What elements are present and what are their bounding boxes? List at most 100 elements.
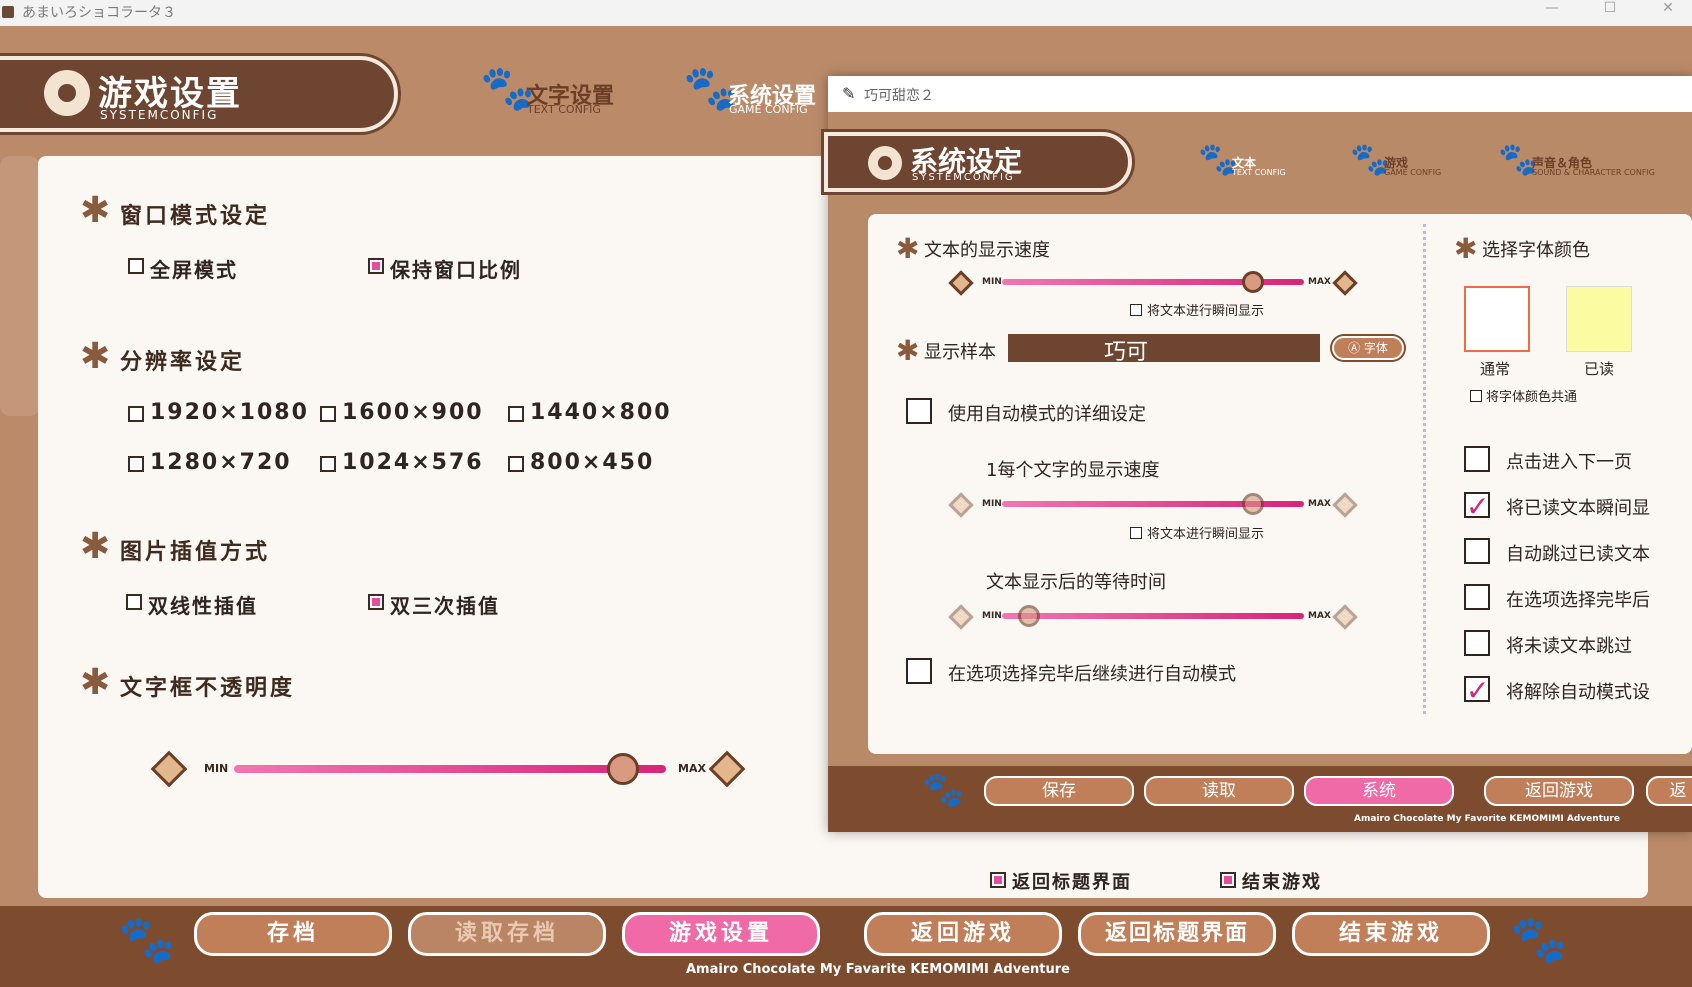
opacity-slider-knob[interactable] (606, 753, 639, 785)
end-game-label[interactable]: 结束游戏 (1242, 868, 1322, 894)
res-1600-label[interactable]: 1600×900 (342, 400, 484, 425)
fullscreen-label[interactable]: 全屏模式 (150, 254, 238, 283)
instant-checkbox[interactable] (1130, 527, 1142, 539)
after-choice-checkbox[interactable] (1464, 584, 1490, 610)
decrease-arrow[interactable] (948, 604, 974, 630)
minimize-button[interactable]: — (1532, 0, 1572, 20)
increase-arrow[interactable] (1332, 492, 1358, 518)
load-button[interactable]: 读取存档 (408, 912, 606, 956)
auto-detail-checkbox[interactable] (906, 398, 932, 424)
share-color-checkbox[interactable] (1470, 390, 1482, 402)
auto-speed-knob[interactable] (1241, 493, 1264, 515)
wait-time-track[interactable] (1002, 613, 1304, 619)
game-settings-button[interactable]: 游戏设置 (622, 912, 820, 956)
footer-text: Amairo Chocolate My Favarite KEMOMIMI Ad… (686, 962, 1070, 977)
overlay-header-plate: 系统设定 SYSTEMCONFIG (824, 132, 1132, 192)
tab-text-config-sub: TEXT CONFIG (527, 103, 601, 116)
paw-icon: 🐾 (118, 912, 176, 966)
fullscreen-checkbox[interactable] (128, 258, 144, 274)
res-1280-label[interactable]: 1280×720 (150, 450, 292, 475)
bilinear-checkbox[interactable] (126, 594, 142, 610)
increase-arrow[interactable] (1332, 604, 1358, 630)
max-label: MAX (1308, 277, 1331, 287)
bilinear-label[interactable]: 双线性插值 (148, 590, 258, 619)
color-swatch-normal[interactable] (1464, 286, 1530, 352)
color-normal-label: 通常 (1480, 360, 1511, 378)
res-1024-checkbox[interactable] (320, 456, 336, 472)
right-option-3[interactable]: 自动跳过已读文本 (1506, 540, 1650, 566)
return-title-button[interactable]: 返回标题界面 (1078, 912, 1276, 956)
decrease-arrow[interactable] (948, 492, 974, 518)
skip-unread-checkbox[interactable] (1464, 630, 1490, 656)
paw-icon: 🐾 (922, 770, 965, 810)
end-game-button[interactable]: 结束游戏 (1292, 912, 1490, 956)
max-label: MAX (1308, 611, 1331, 621)
return-title-checkbox[interactable] (990, 872, 1006, 888)
overlay-save-button[interactable]: 保存 (984, 776, 1134, 806)
overlay-bottom-bar: 🐾 保存 读取 系统 返回游戏 返 Amairo Chocolate My Fa… (828, 766, 1692, 832)
instant-label[interactable]: 将文本进行瞬间显示 (1147, 523, 1264, 542)
skip-read-checkbox[interactable] (1464, 538, 1490, 564)
opacity-slider-track[interactable] (234, 765, 666, 773)
asterisk-icon: ✱ (896, 334, 920, 367)
res-1440-label[interactable]: 1440×800 (530, 400, 672, 425)
continue-auto-label[interactable]: 在选项选择完毕后继续进行自动模式 (948, 660, 1236, 686)
bicubic-checkbox[interactable] (368, 594, 384, 610)
res-800-checkbox[interactable] (508, 456, 524, 472)
opacity-max-label: MAX (678, 762, 706, 775)
divider (1423, 224, 1426, 714)
max-label: MAX (1308, 499, 1331, 509)
instant-checkbox[interactable] (1130, 304, 1142, 316)
asterisk-icon: ✱ (80, 190, 111, 231)
keep-ratio-checkbox[interactable] (368, 258, 384, 274)
section-title-opacity: 文字框不透明度 (120, 676, 296, 701)
maximize-button[interactable]: ☐ (1590, 0, 1630, 20)
click-next-checkbox[interactable] (1464, 446, 1490, 472)
bicubic-label[interactable]: 双三次插值 (390, 590, 500, 619)
res-1280-checkbox[interactable] (128, 456, 144, 472)
right-option-4[interactable]: 在选项选择完毕后 (1506, 586, 1650, 612)
sample-title: 显示样本 (924, 342, 996, 363)
overlay-load-button[interactable]: 读取 (1144, 776, 1294, 806)
res-1024-label[interactable]: 1024×576 (342, 450, 484, 475)
close-button[interactable]: ✕ (1648, 0, 1688, 20)
res-1920-checkbox[interactable] (128, 406, 144, 422)
end-game-checkbox[interactable] (1220, 872, 1236, 888)
return-title-label[interactable]: 返回标题界面 (1012, 868, 1132, 894)
save-button[interactable]: 存档 (194, 912, 392, 956)
sample-box: 巧可 (1008, 334, 1320, 365)
gear-icon (868, 146, 902, 180)
tab-sound-sub: SOUND & CHARACTER CONFIG (1532, 168, 1655, 177)
res-1440-checkbox[interactable] (508, 406, 524, 422)
increase-arrow[interactable] (708, 750, 746, 788)
window-titlebar: あまいろショコラータ３ — ☐ ✕ (0, 0, 1692, 26)
color-swatch-read[interactable] (1566, 286, 1632, 352)
increase-arrow[interactable] (1332, 270, 1358, 296)
font-button[interactable]: Ⓐ 字体 (1332, 336, 1404, 360)
overlay-return-game-button[interactable]: 返回游戏 (1484, 776, 1634, 806)
section-title-resolution: 分辨率设定 (120, 350, 246, 375)
right-option-5[interactable]: 将未读文本跳过 (1506, 632, 1632, 658)
wait-time-knob[interactable] (1018, 605, 1041, 627)
text-speed-knob[interactable] (1241, 271, 1264, 293)
overlay-next-button[interactable]: 返 (1646, 776, 1692, 806)
res-1920-label[interactable]: 1920×1080 (150, 400, 309, 425)
decrease-arrow[interactable] (150, 750, 188, 788)
res-800-label[interactable]: 800×450 (530, 450, 654, 475)
auto-detail-label[interactable]: 使用自动模式的详细设定 (948, 400, 1146, 426)
bottom-bar: 🐾 🐾 存档 读取存档 游戏设置 返回游戏 返回标题界面 结束游戏 Amairo… (0, 906, 1692, 987)
return-game-button[interactable]: 返回游戏 (864, 912, 1062, 956)
keep-ratio-label[interactable]: 保持窗口比例 (390, 254, 522, 283)
paw-icon: 🐾 (1510, 912, 1568, 966)
right-option-6[interactable]: 将解除自动模式设 (1506, 678, 1650, 704)
res-1600-checkbox[interactable] (320, 406, 336, 422)
share-color-label[interactable]: 将字体颜色共通 (1486, 386, 1577, 405)
overlay-system-button[interactable]: 系统 (1304, 776, 1454, 806)
instant-label[interactable]: 将文本进行瞬间显示 (1147, 300, 1264, 319)
decrease-arrow[interactable] (948, 270, 974, 296)
section-title-window-mode: 窗口模式设定 (120, 204, 271, 229)
right-option-2[interactable]: 将已读文本瞬间显 (1506, 494, 1650, 520)
continue-auto-checkbox[interactable] (906, 658, 932, 684)
min-label: MIN (982, 611, 1002, 621)
right-option-1[interactable]: 点击进入下一页 (1506, 448, 1632, 474)
